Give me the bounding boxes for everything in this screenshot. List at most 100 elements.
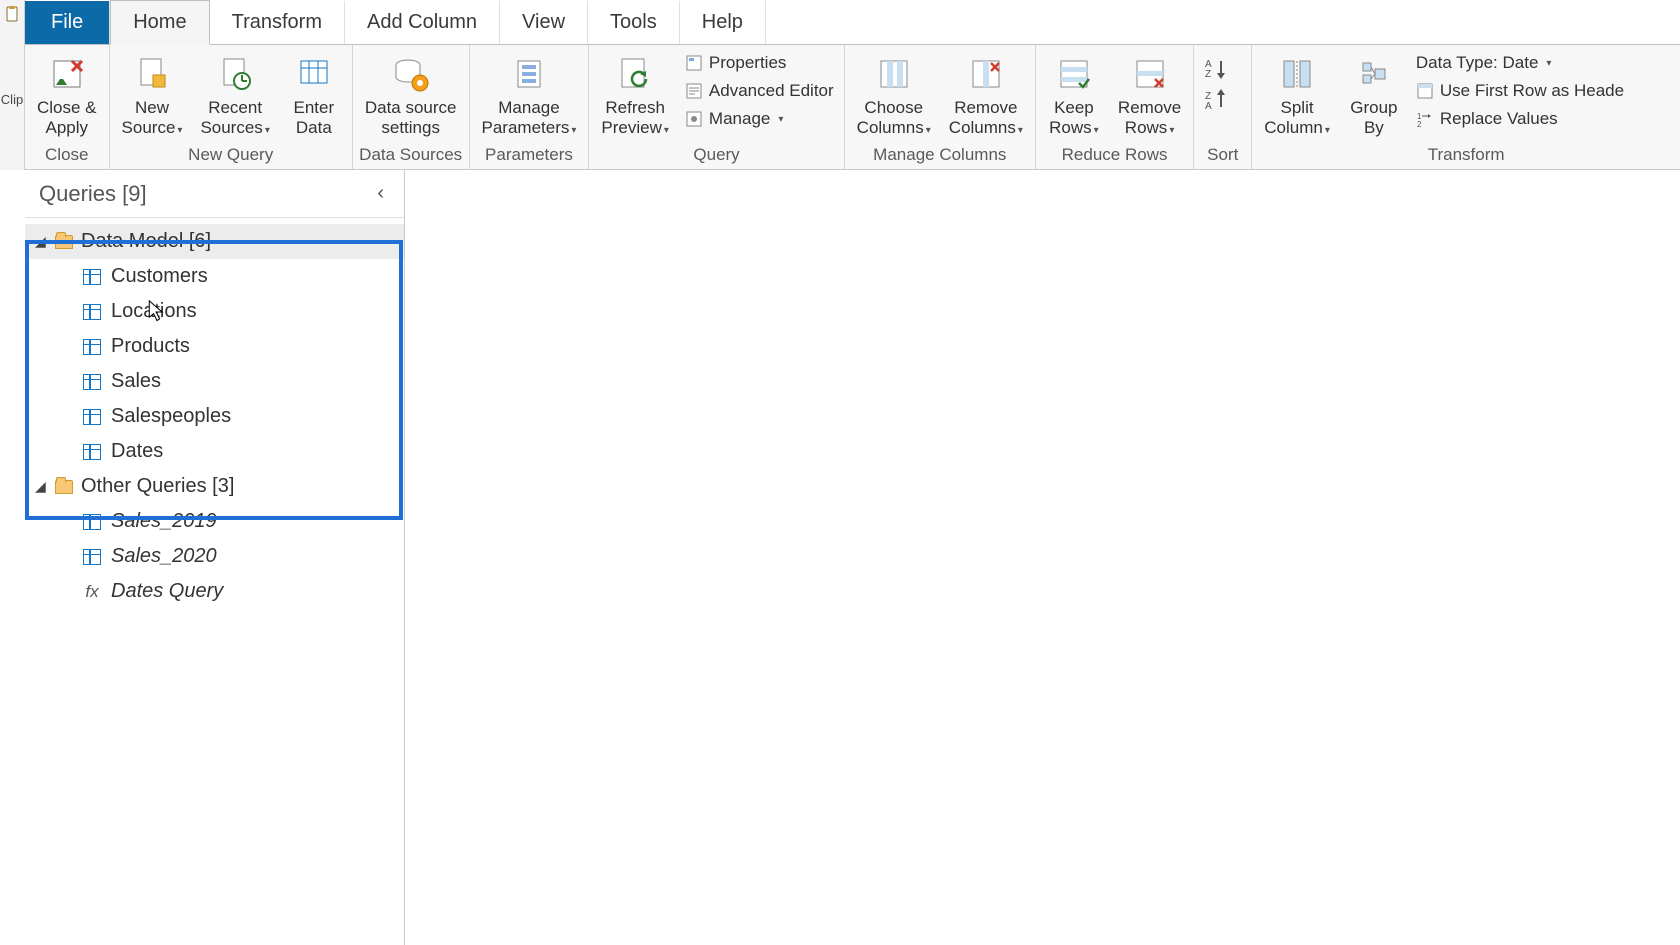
tab-view[interactable]: View xyxy=(500,1,588,44)
manage-parameters-icon xyxy=(510,52,548,96)
use-first-row-button[interactable]: Use First Row as Heade xyxy=(1412,79,1628,103)
svg-text:Z: Z xyxy=(1205,69,1211,79)
enter-data-button[interactable]: EnterData xyxy=(282,49,346,138)
tab-home[interactable]: Home xyxy=(110,0,209,45)
advanced-editor-button[interactable]: Advanced Editor xyxy=(681,79,838,103)
group-parameters: ManageParameters▾ Parameters xyxy=(470,45,590,169)
properties-button[interactable]: Properties xyxy=(681,51,838,75)
table-icon xyxy=(83,304,101,320)
folder-label: Other Queries [3] xyxy=(81,475,234,498)
keep-rows-icon xyxy=(1057,52,1091,96)
table-icon xyxy=(83,339,101,355)
split-column-button[interactable]: SplitColumn▾ xyxy=(1258,49,1336,141)
split-column-label: SplitColumn▾ xyxy=(1264,98,1330,141)
data-type-button[interactable]: Data Type: Date▾ xyxy=(1412,51,1628,75)
tab-add-column[interactable]: Add Column xyxy=(345,1,500,44)
refresh-preview-button[interactable]: RefreshPreview▾ xyxy=(595,49,675,141)
query-dates-query[interactable]: fx Dates Query xyxy=(25,574,404,609)
recent-sources-label: RecentSources▾ xyxy=(200,98,269,141)
recent-sources-button[interactable]: RecentSources▾ xyxy=(194,49,275,141)
close-apply-icon xyxy=(48,52,86,96)
table-icon xyxy=(83,374,101,390)
keep-rows-button[interactable]: KeepRows▾ xyxy=(1042,49,1106,141)
refresh-icon xyxy=(616,52,654,96)
group-query: RefreshPreview▾ Properties Advanced Edit… xyxy=(589,45,844,169)
new-source-button[interactable]: NewSource▾ xyxy=(116,49,189,141)
group-manage-columns: ChooseColumns▾ RemoveColumns▾ Manage Col… xyxy=(845,45,1036,169)
replace-values-button[interactable]: 12 Replace Values xyxy=(1412,107,1628,131)
remove-rows-button[interactable]: RemoveRows▾ xyxy=(1112,49,1187,141)
manage-icon xyxy=(685,110,703,128)
clipboard-label: Clip xyxy=(1,92,23,107)
new-source-icon xyxy=(135,52,169,96)
query-locations[interactable]: Locations xyxy=(25,294,404,329)
advanced-editor-label: Advanced Editor xyxy=(709,81,834,101)
query-salespeoples[interactable]: Salespeoples xyxy=(25,399,404,434)
sort-asc-icon: AZ xyxy=(1205,57,1231,79)
query-products[interactable]: Products xyxy=(25,329,404,364)
use-first-row-label: Use First Row as Heade xyxy=(1440,81,1624,101)
manage-parameters-button[interactable]: ManageParameters▾ xyxy=(476,49,583,141)
query-label: Locations xyxy=(111,300,197,323)
manage-query-button[interactable]: Manage▾ xyxy=(681,107,838,131)
query-label: Dates Query xyxy=(111,580,223,603)
sort-asc-button[interactable]: AZ xyxy=(1204,55,1232,81)
group-reduce-rows-label: Reduce Rows xyxy=(1042,145,1187,167)
enter-data-icon xyxy=(297,52,331,96)
ribbon-tabs: File Home Transform Add Column View Tool… xyxy=(25,0,1680,45)
data-source-settings-button[interactable]: Data sourcesettings xyxy=(359,49,463,138)
choose-columns-icon xyxy=(877,52,911,96)
choose-columns-label: ChooseColumns▾ xyxy=(857,98,931,141)
query-customers[interactable]: Customers xyxy=(25,259,404,294)
query-label: Salespeoples xyxy=(111,405,231,428)
collapse-queries-button[interactable]: ‹ xyxy=(371,178,390,209)
ribbon: Close &Apply Close NewSource▾ RecentSour… xyxy=(25,45,1680,170)
recent-sources-icon xyxy=(218,52,252,96)
group-by-button[interactable]: GroupBy xyxy=(1342,49,1406,138)
group-close-label: Close xyxy=(31,145,103,167)
queries-title: Queries [9] xyxy=(39,181,147,207)
group-transform-label: Transform xyxy=(1258,145,1674,167)
folder-icon xyxy=(55,235,73,249)
fx-icon: fx xyxy=(83,582,101,602)
query-sales[interactable]: Sales xyxy=(25,364,404,399)
group-sort-label: Sort xyxy=(1200,145,1245,167)
manage-query-label: Manage xyxy=(709,109,770,129)
folder-data-model[interactable]: ◢ Data Model [6] xyxy=(25,224,404,259)
tab-file[interactable]: File xyxy=(25,1,110,44)
left-clip-pane: Clip xyxy=(0,0,25,170)
remove-columns-label: RemoveColumns▾ xyxy=(949,98,1023,141)
group-data-sources-label: Data Sources xyxy=(359,145,463,167)
table-icon xyxy=(83,409,101,425)
svg-text:2: 2 xyxy=(1417,120,1422,128)
group-close: Close &Apply Close xyxy=(25,45,110,169)
query-sales-2019[interactable]: Sales_2019 xyxy=(25,504,404,539)
close-apply-button[interactable]: Close &Apply xyxy=(31,49,103,138)
query-sales-2020[interactable]: Sales_2020 xyxy=(25,539,404,574)
properties-icon xyxy=(685,54,703,72)
query-label: Dates xyxy=(111,440,163,463)
group-parameters-label: Parameters xyxy=(476,145,583,167)
choose-columns-button[interactable]: ChooseColumns▾ xyxy=(851,49,937,141)
group-new-query-label: New Query xyxy=(116,145,346,167)
svg-text:A: A xyxy=(1205,101,1212,111)
query-dates[interactable]: Dates xyxy=(25,434,404,469)
data-source-settings-icon xyxy=(392,52,430,96)
folder-label: Data Model [6] xyxy=(81,230,211,253)
folder-other-queries[interactable]: ◢ Other Queries [3] xyxy=(25,469,404,504)
tab-tools[interactable]: Tools xyxy=(588,1,680,44)
group-by-icon xyxy=(1357,52,1391,96)
remove-columns-icon xyxy=(969,52,1003,96)
keep-rows-label: KeepRows▾ xyxy=(1049,98,1099,141)
group-by-label: GroupBy xyxy=(1350,98,1397,138)
remove-columns-button[interactable]: RemoveColumns▾ xyxy=(943,49,1029,141)
query-label: Sales xyxy=(111,370,161,393)
paste-icon xyxy=(4,6,20,22)
queries-header: Queries [9] ‹ xyxy=(25,170,404,218)
advanced-editor-icon xyxy=(685,82,703,100)
data-type-label: Data Type: Date xyxy=(1416,53,1539,73)
tab-transform[interactable]: Transform xyxy=(210,1,345,44)
sort-desc-button[interactable]: ZA xyxy=(1204,87,1232,113)
tab-help[interactable]: Help xyxy=(680,1,766,44)
properties-label: Properties xyxy=(709,53,786,73)
